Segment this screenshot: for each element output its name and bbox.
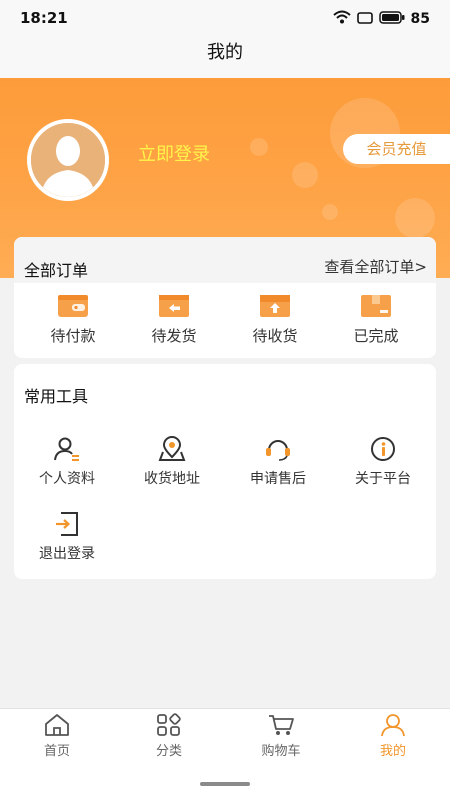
order-pending-payment[interactable]: 待付款 [33, 293, 113, 346]
tool-label: 申请售后 [250, 471, 306, 487]
avatar[interactable] [27, 119, 109, 201]
tool-label: 关于平台 [355, 471, 411, 487]
profile-icon [54, 437, 79, 461]
order-label: 待收货 [252, 327, 298, 345]
wifi-icon [332, 9, 351, 28]
tool-label: 收货地址 [144, 471, 200, 487]
tools-title: 常用工具 [24, 387, 89, 406]
battery-icon [378, 9, 405, 28]
tab-home[interactable]: 首页 [17, 713, 97, 759]
page-title: 我的 [207, 42, 243, 63]
tools-card: 常用工具 个人资料 收货地址 申请售后 关于平台 退出登录 [14, 364, 436, 579]
tool-profile[interactable]: 个人资料 [17, 436, 117, 488]
order-label: 待发货 [151, 327, 197, 345]
tab-cart[interactable]: 购物车 [241, 713, 321, 759]
tool-after-sales[interactable]: 申请售后 [228, 436, 328, 488]
orders-header: 全部订单 查看全部订单> [14, 237, 436, 283]
tool-about[interactable]: 关于平台 [333, 436, 433, 488]
tab-label: 首页 [43, 744, 70, 759]
tool-address[interactable]: 收货地址 [122, 436, 222, 488]
home-icon [45, 714, 69, 736]
status-time: 18:21 [20, 9, 68, 27]
decor-bubble [322, 204, 338, 220]
status-bar: 18:21 85 [0, 0, 450, 36]
info-icon [371, 437, 395, 461]
order-label: 已完成 [353, 327, 399, 345]
sim-icon [356, 9, 373, 28]
category-icon [157, 713, 181, 736]
bottom-tab-bar: 首页 分类 购物车 我的 [0, 708, 450, 800]
view-all-orders-link[interactable]: 查看全部订单> [324, 256, 427, 277]
tab-label: 分类 [155, 744, 182, 759]
home-indicator[interactable] [200, 782, 250, 786]
tool-label: 退出登录 [39, 546, 95, 562]
tool-label: 个人资料 [39, 471, 95, 487]
location-icon [158, 436, 186, 461]
tab-label: 我的 [379, 744, 406, 759]
orders-card: 全部订单 查看全部订单> 待付款 待发货 待收货 已完成 [14, 237, 436, 358]
tab-label: 购物车 [261, 744, 301, 759]
cart-icon [269, 715, 294, 735]
order-pending-shipment[interactable]: 待发货 [134, 293, 214, 346]
logout-icon [56, 512, 78, 536]
nav-bar: 我的 [0, 36, 450, 78]
tab-mine[interactable]: 我的 [353, 713, 433, 759]
avatar-silhouette-icon [31, 123, 105, 197]
wallet-icon [58, 295, 88, 317]
receive-box-icon [260, 295, 290, 317]
order-label: 待付款 [50, 327, 96, 345]
order-completed[interactable]: 已完成 [336, 293, 416, 346]
tab-category[interactable]: 分类 [129, 713, 209, 759]
login-link[interactable]: 立即登录 [138, 140, 210, 166]
user-icon [381, 714, 405, 737]
order-pending-receipt[interactable]: 待收货 [235, 293, 315, 346]
battery-level: 85 [410, 10, 430, 27]
tool-logout[interactable]: 退出登录 [17, 511, 117, 563]
orders-title: 全部订单 [24, 261, 89, 280]
headset-icon [266, 440, 290, 461]
decor-bubble [395, 198, 435, 238]
decor-bubble [292, 162, 318, 188]
status-icons: 85 [332, 9, 430, 28]
member-recharge-button[interactable]: 会员充值 [343, 134, 450, 164]
decor-bubble [250, 138, 268, 156]
ship-box-icon [159, 295, 189, 317]
completed-box-icon [361, 295, 391, 317]
